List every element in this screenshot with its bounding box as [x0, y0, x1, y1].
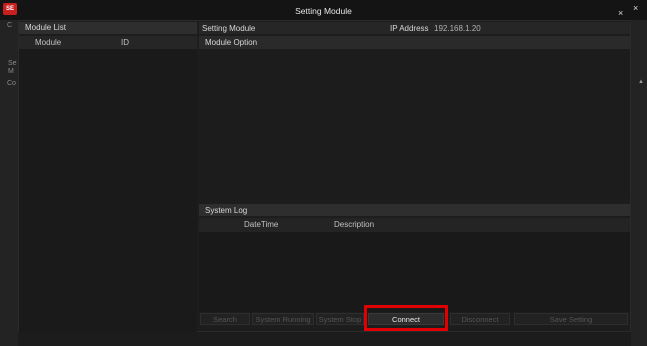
system-log-header: System Log: [199, 204, 630, 216]
setting-module-label: Setting Module: [202, 24, 256, 33]
chevron-up-icon: ▲: [638, 79, 644, 85]
close-icon[interactable]: ×: [618, 8, 623, 18]
module-option-header: Module Option: [199, 36, 630, 49]
module-list-columns: Module ID: [19, 36, 197, 49]
system-log-columns: DateTime Description: [199, 218, 630, 232]
background-text: M: [8, 68, 14, 75]
ip-address-value: 192.168.1.20: [434, 24, 481, 33]
module-list-header: Module List: [19, 22, 197, 34]
close-icon[interactable]: ×: [633, 3, 638, 13]
background-text: Co: [7, 80, 16, 87]
search-button[interactable]: Search: [200, 313, 250, 325]
column-header-module[interactable]: Module: [35, 36, 61, 50]
system-running-button[interactable]: System Running: [252, 313, 314, 325]
system-log-list[interactable]: [199, 232, 630, 312]
column-header-datetime[interactable]: DateTime: [244, 218, 278, 232]
column-header-description[interactable]: Description: [334, 218, 374, 232]
connect-highlight-box: [364, 305, 448, 331]
column-header-id[interactable]: ID: [121, 36, 129, 50]
system-stop-button[interactable]: System Stop: [316, 313, 364, 325]
background-window-right: [631, 20, 647, 346]
background-text: C: [7, 22, 13, 29]
ip-address-label: IP Address: [390, 24, 429, 33]
window-title: Setting Module: [295, 6, 352, 16]
save-setting-button[interactable]: Save Setting: [514, 313, 628, 325]
background-text: Se: [8, 60, 17, 67]
module-option-panel: [199, 49, 630, 199]
disconnect-button[interactable]: Disconnect: [450, 313, 510, 325]
module-list[interactable]: [19, 49, 197, 332]
